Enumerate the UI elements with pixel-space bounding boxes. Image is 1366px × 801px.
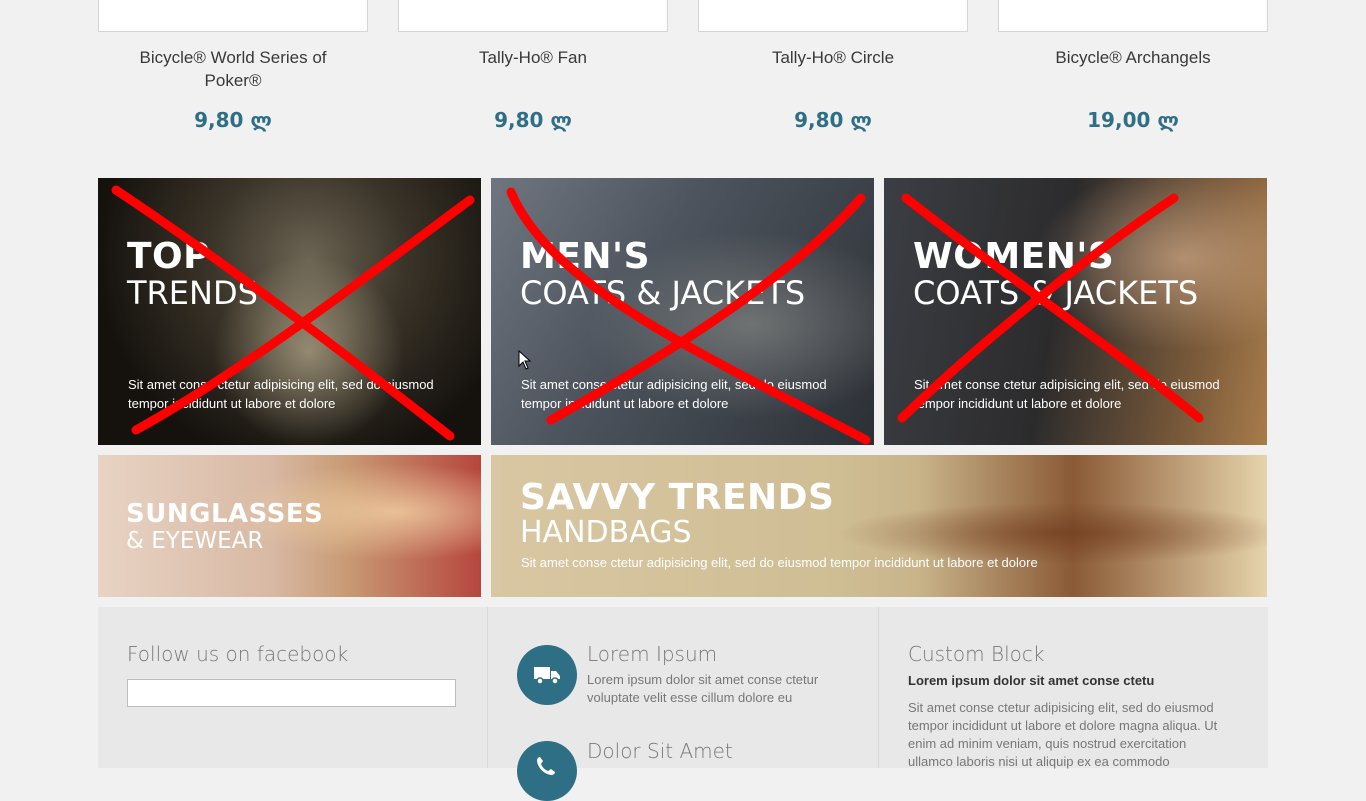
custom-block-text: Sit amet conse ctetur adipisicing elit, … bbox=[908, 700, 1218, 769]
facebook-widget[interactable] bbox=[127, 679, 456, 707]
truck-icon bbox=[534, 667, 560, 685]
banner-description: Sit amet conse ctetur adipisicing elit, … bbox=[914, 377, 1220, 411]
banner-title: MEN'S bbox=[520, 236, 650, 277]
banner-description: Sit amet conse ctetur adipisicing elit, … bbox=[128, 377, 434, 411]
custom-block-title: Custom Block bbox=[908, 642, 1045, 666]
product-price: 9,80 ლ bbox=[794, 108, 872, 132]
product-price: 9,80 ლ bbox=[194, 108, 272, 132]
banner-description: Sit amet conse ctetur adipisicing elit, … bbox=[521, 377, 827, 411]
banner-subtitle: COATS & JACKETS bbox=[520, 274, 806, 312]
truck-icon-circle bbox=[517, 645, 577, 705]
info-title: Dolor Sit Amet bbox=[587, 739, 733, 763]
product-card[interactable]: Tally-Ho® Circle 9,80 ლ bbox=[698, 0, 968, 132]
banner-handbags[interactable]: SAVVY TRENDS HANDBAGS Sit amet conse cte… bbox=[491, 455, 1267, 597]
banner-subtitle: COATS & JACKETS bbox=[913, 274, 1199, 312]
product-list: Bicycle® World Series of Poker® 9,80 ლ T… bbox=[98, 0, 1268, 160]
banner-womens[interactable]: WOMEN'S COATS & JACKETS Sit amet conse c… bbox=[884, 178, 1267, 445]
info-block: Lorem Ipsum Lorem ipsum dolor sit amet c… bbox=[488, 607, 879, 801]
banner-title: WOMEN'S bbox=[913, 236, 1115, 277]
banner-subtitle: HANDBAGS bbox=[520, 515, 692, 550]
banner-title: TOP bbox=[127, 236, 211, 277]
footer-blocks: Follow us on facebook Lorem Ipsum Lorem … bbox=[98, 607, 1268, 801]
info-title: Lorem Ipsum bbox=[587, 642, 718, 666]
product-image[interactable] bbox=[998, 0, 1268, 32]
product-card[interactable]: Bicycle® World Series of Poker® 9,80 ლ bbox=[98, 0, 368, 132]
mouse-cursor-icon bbox=[518, 350, 532, 370]
product-name[interactable]: Tally-Ho® Fan bbox=[398, 46, 668, 92]
product-price: 9,80 ლ bbox=[494, 108, 572, 132]
product-image[interactable] bbox=[98, 0, 368, 32]
product-price: 19,00 ლ bbox=[1087, 108, 1179, 132]
product-card[interactable]: Tally-Ho® Fan 9,80 ლ bbox=[398, 0, 668, 132]
banner-subtitle: TRENDS bbox=[127, 274, 258, 312]
facebook-block: Follow us on facebook bbox=[98, 607, 488, 768]
banner-title: SAVVY TRENDS bbox=[520, 477, 835, 518]
phone-icon-circle bbox=[517, 741, 577, 801]
product-card[interactable]: Bicycle® Archangels 19,00 ლ bbox=[998, 0, 1268, 132]
product-image[interactable] bbox=[698, 0, 968, 32]
product-image[interactable] bbox=[398, 0, 668, 32]
banner-sunglasses[interactable]: SUNGLASSES & EYEWEAR bbox=[98, 455, 481, 597]
info-text: Lorem ipsum dolor sit amet conse ctetur … bbox=[587, 672, 819, 705]
banner-top-trends[interactable]: TOP TRENDS Sit amet conse ctetur adipisi… bbox=[98, 178, 481, 445]
product-name[interactable]: Tally-Ho® Circle bbox=[698, 46, 968, 92]
facebook-title: Follow us on facebook bbox=[127, 642, 349, 666]
banner-subtitle: & EYEWEAR bbox=[126, 528, 264, 554]
banner-description: Sit amet conse ctetur adipisicing elit, … bbox=[521, 555, 1038, 570]
product-name[interactable]: Bicycle® Archangels bbox=[998, 46, 1268, 92]
phone-icon bbox=[537, 757, 555, 775]
banner-title: SUNGLASSES bbox=[126, 499, 324, 529]
product-name[interactable]: Bicycle® World Series of Poker® bbox=[98, 46, 368, 92]
custom-block-subtitle: Lorem ipsum dolor sit amet conse ctetu bbox=[908, 673, 1155, 688]
banner-mens[interactable]: MEN'S COATS & JACKETS Sit amet conse cte… bbox=[491, 178, 874, 445]
custom-block: Custom Block Lorem ipsum dolor sit amet … bbox=[879, 607, 1268, 769]
